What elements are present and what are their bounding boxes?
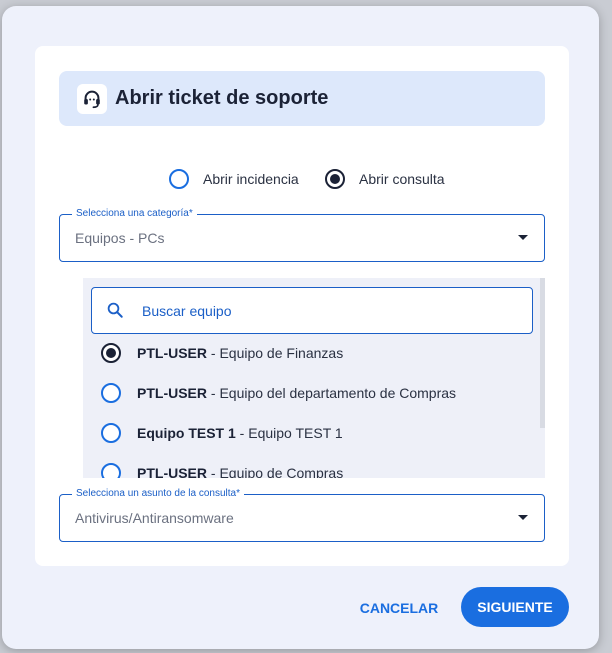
cancel-button[interactable]: CANCELAR [354, 588, 444, 628]
equipment-item-text: PTL-USER - Equipo de Finanzas [137, 345, 343, 361]
equipment-item-text: Equipo TEST 1 - Equipo TEST 1 [137, 425, 343, 441]
equipment-separator: - [207, 345, 220, 361]
category-select[interactable]: Selecciona una categoría* Equipos - PCs [59, 208, 545, 262]
headset-icon [77, 83, 107, 114]
subject-select-value: Antivirus/Antiransomware [75, 510, 234, 526]
support-ticket-dialog: Abrir ticket de soporte Abrir incidencia… [2, 6, 599, 649]
equipment-list-item[interactable]: Equipo TEST 1 - Equipo TEST 1 [101, 422, 343, 444]
equipment-separator: - [235, 425, 249, 441]
dialog-footer: CANCELAR SIGUIENTE [2, 587, 599, 638]
radio-button[interactable] [101, 423, 121, 443]
subject-select[interactable]: Selecciona un asunto de la consulta* Ant… [59, 488, 545, 542]
list-scrollbar[interactable] [540, 278, 545, 428]
equipment-description: Equipo de Compras [219, 465, 344, 478]
subject-select-label: Selecciona un asunto de la consulta* [72, 488, 245, 499]
radio-open-query[interactable]: Abrir consulta [325, 169, 445, 189]
radio-button[interactable] [325, 169, 345, 189]
radio-label: Abrir incidencia [203, 171, 299, 187]
chevron-down-icon[interactable] [518, 515, 528, 520]
equipment-list-item[interactable]: PTL-USER - Equipo de Finanzas [101, 342, 343, 364]
radio-label: Abrir consulta [359, 171, 445, 187]
equipment-item-text: PTL-USER - Equipo de Compras [137, 465, 343, 478]
equipment-separator: - [207, 385, 220, 401]
equipment-description: Equipo del departamento de Compras [219, 385, 457, 401]
equipment-name: PTL-USER [137, 465, 207, 478]
equipment-description: Equipo TEST 1 [248, 425, 343, 441]
radio-button[interactable] [101, 343, 121, 363]
radio-open-incident[interactable]: Abrir incidencia [169, 169, 299, 189]
equipment-search-input[interactable]: Buscar equipo [91, 287, 533, 334]
chevron-down-icon[interactable] [518, 235, 528, 240]
equipment-name: Equipo TEST 1 [137, 425, 236, 441]
category-select-label: Selecciona una categoría* [72, 208, 197, 219]
ticket-type-radio-group: Abrir incidencia Abrir consulta [35, 169, 569, 191]
equipment-list-panel: Buscar equipo PTL-USER - Equipo de Finan… [83, 278, 545, 478]
equipment-list-item[interactable]: PTL-USER - Equipo de Compras [101, 462, 343, 478]
equipment-name: PTL-USER [137, 385, 207, 401]
equipment-item-text: PTL-USER - Equipo del departamento de Co… [137, 385, 456, 401]
dialog-header: Abrir ticket de soporte [59, 71, 545, 126]
radio-button[interactable] [101, 383, 121, 403]
equipment-list-item[interactable]: PTL-USER - Equipo del departamento de Co… [101, 382, 456, 404]
dialog-content-card: Abrir ticket de soporte Abrir incidencia… [35, 46, 569, 566]
dialog-title: Abrir ticket de soporte [115, 87, 329, 109]
search-placeholder: Buscar equipo [142, 303, 232, 319]
equipment-separator: - [207, 465, 220, 478]
search-icon [106, 301, 124, 324]
equipment-description: Equipo de Finanzas [219, 345, 344, 361]
category-select-value: Equipos - PCs [75, 230, 165, 246]
equipment-name: PTL-USER [137, 345, 207, 361]
next-button[interactable]: SIGUIENTE [461, 587, 569, 627]
radio-button[interactable] [169, 169, 189, 189]
radio-button[interactable] [101, 463, 121, 478]
